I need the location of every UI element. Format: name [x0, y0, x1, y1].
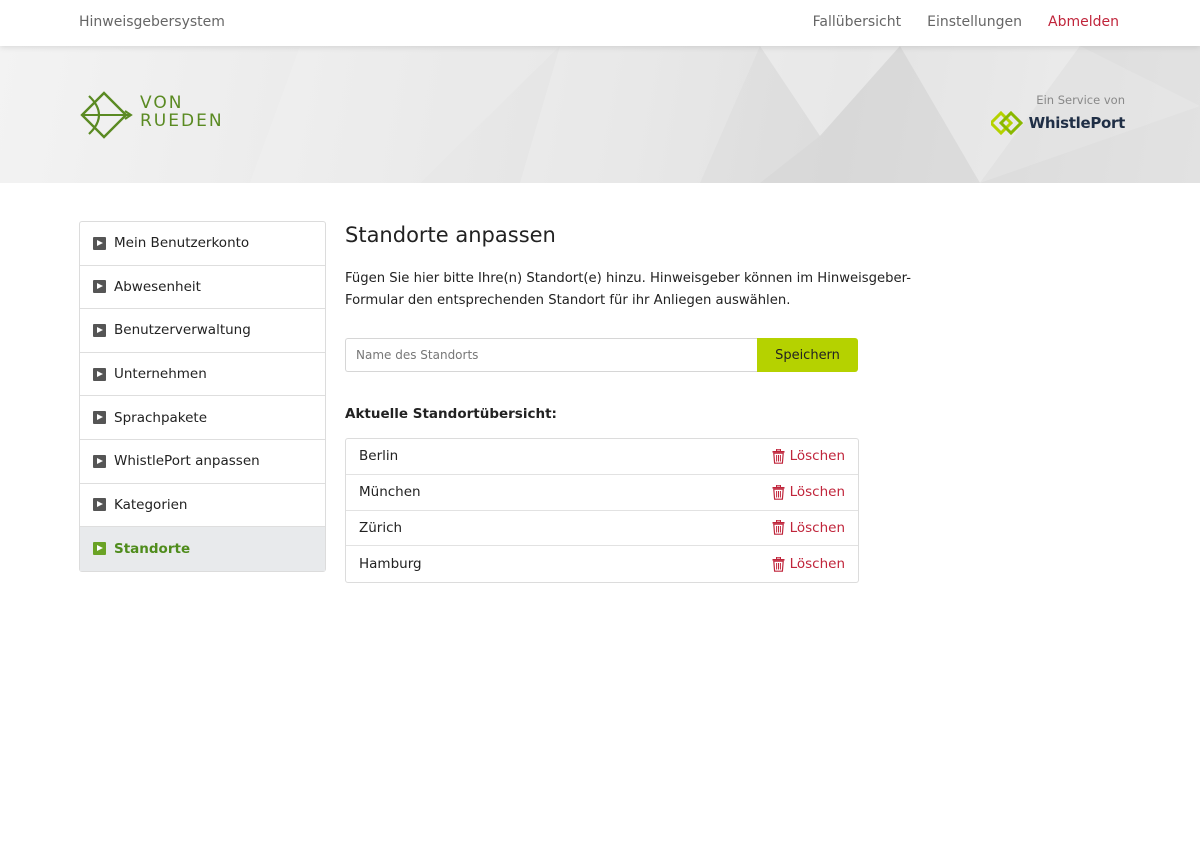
logo-line-1: VON — [140, 93, 184, 113]
sidebar-item-whistleport-anpassen[interactable]: WhistlePort anpassen — [80, 440, 325, 484]
sidebar-item-benutzerkonto[interactable]: Mein Benutzerkonto — [80, 222, 325, 266]
sidebar-item-kategorien[interactable]: Kategorien — [80, 484, 325, 528]
play-square-icon — [93, 323, 106, 337]
bow-arrow-logo-icon — [80, 91, 133, 139]
location-name: München — [359, 484, 421, 501]
location-name: Zürich — [359, 519, 403, 536]
delete-button[interactable]: Löschen — [772, 556, 845, 572]
top-navbar: Hinweisgebersystem Fallübersicht Einstel… — [0, 0, 1200, 46]
app-brand[interactable]: Hinweisgebersystem — [79, 14, 225, 30]
locations-overview-title: Aktuelle Standortübersicht: — [345, 406, 557, 422]
nav-link-logout[interactable]: Abmelden — [1048, 14, 1119, 30]
play-square-icon — [93, 454, 106, 468]
delete-label: Löschen — [789, 448, 845, 465]
location-name-input[interactable] — [345, 338, 757, 372]
list-item: Zürich Löschen — [346, 511, 858, 547]
service-by: Ein Service von WhistlePort — [990, 93, 1126, 135]
logo-wordmark: VON RUEDEN — [140, 94, 224, 130]
trash-icon — [772, 520, 785, 536]
sidebar-item-abwesenheit[interactable]: Abwesenheit — [80, 266, 325, 310]
list-item: München Löschen — [346, 475, 858, 511]
nav-link-overview[interactable]: Fallübersicht — [813, 14, 902, 30]
whistleport-mark-icon — [990, 111, 1023, 135]
sidebar-item-label: Standorte — [114, 540, 191, 557]
play-square-icon — [93, 236, 106, 250]
add-location-form: Speichern — [345, 338, 859, 372]
location-name: Berlin — [359, 448, 399, 465]
delete-button[interactable]: Löschen — [772, 448, 845, 464]
list-item: Hamburg Löschen — [346, 546, 858, 582]
main-content: Standorte anpassen Fügen Sie hier bitte … — [345, 221, 965, 583]
sidebar-item-unternehmen[interactable]: Unternehmen — [80, 353, 325, 397]
list-item: Berlin Löschen — [346, 439, 858, 475]
nav-link-settings[interactable]: Einstellungen — [927, 14, 1022, 30]
sidebar-item-label: Abwesenheit — [114, 278, 201, 295]
save-button[interactable]: Speichern — [757, 338, 858, 372]
sidebar-item-label: Benutzerverwaltung — [114, 322, 251, 339]
header-banner: VON RUEDEN Ein Service von WhistlePort — [0, 46, 1200, 183]
delete-label: Löschen — [789, 556, 845, 573]
trash-icon — [772, 556, 785, 572]
play-square-icon — [93, 411, 106, 425]
page-title: Standorte anpassen — [345, 223, 556, 247]
delete-button[interactable]: Löschen — [772, 484, 845, 500]
page-description: Fügen Sie hier bitte Ihre(n) Standort(e)… — [345, 271, 911, 308]
sidebar-item-label: Kategorien — [114, 496, 188, 513]
service-label: Ein Service von — [1036, 93, 1125, 107]
whistleport-brand: WhistlePort — [1028, 114, 1126, 132]
locations-list: Berlin Löschen München Löschen Zürich Lö… — [345, 438, 859, 583]
company-logo[interactable]: VON RUEDEN — [79, 90, 249, 140]
play-square-icon — [93, 498, 106, 512]
sidebar-item-label: WhistlePort anpassen — [114, 453, 260, 470]
top-nav: Fallübersicht Einstellungen Abmelden — [813, 14, 1119, 30]
sidebar-item-label: Mein Benutzerkonto — [114, 235, 250, 252]
delete-button[interactable]: Löschen — [772, 520, 845, 536]
trash-icon — [772, 484, 785, 500]
sidebar-item-benutzerverwaltung[interactable]: Benutzerverwaltung — [80, 309, 325, 353]
logo-line-2: RUEDEN — [140, 111, 224, 131]
sidebar-item-standorte[interactable]: Standorte — [80, 527, 325, 571]
trash-icon — [772, 448, 785, 464]
sidebar-item-label: Unternehmen — [114, 366, 207, 383]
play-square-icon — [93, 367, 106, 381]
location-name: Hamburg — [359, 556, 422, 573]
sidebar-item-label: Sprachpakete — [114, 409, 208, 426]
play-square-icon — [93, 280, 106, 294]
delete-label: Löschen — [789, 484, 845, 501]
whistleport-logo[interactable]: WhistlePort — [990, 111, 1126, 135]
delete-label: Löschen — [789, 519, 845, 536]
settings-sidebar: Mein Benutzerkonto Abwesenheit Benutzerv… — [79, 221, 326, 572]
play-square-icon — [93, 542, 106, 556]
sidebar-item-sprachpakete[interactable]: Sprachpakete — [80, 396, 325, 440]
